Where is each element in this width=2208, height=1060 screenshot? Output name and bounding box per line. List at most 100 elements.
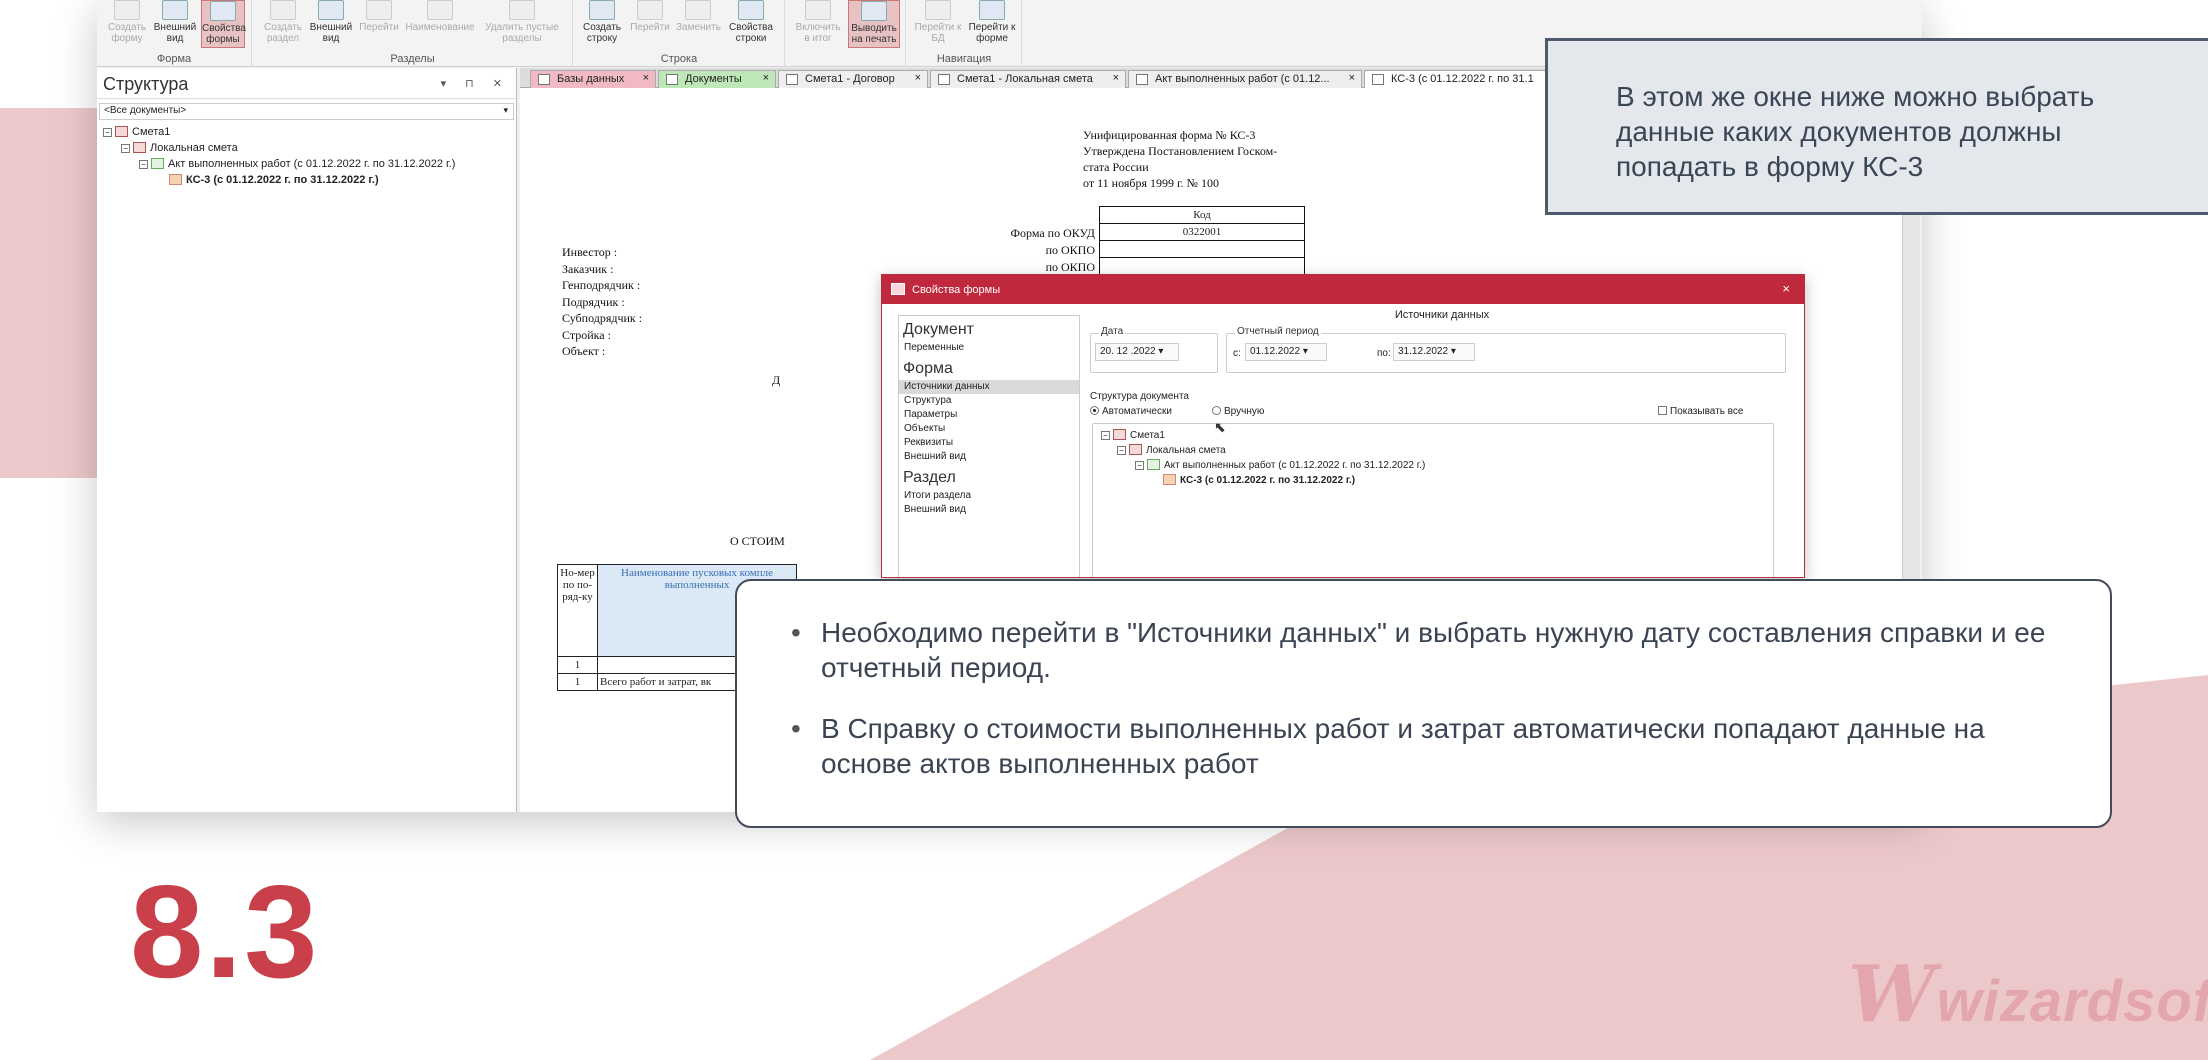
document-icon <box>938 74 950 85</box>
nav-item-requisites[interactable]: Реквизиты <box>899 436 1079 450</box>
view-icon <box>162 0 188 20</box>
tree-item[interactable]: − Локальная смета <box>103 140 516 156</box>
radio-manual[interactable]: Вручную <box>1212 406 1264 417</box>
close-icon[interactable]: × <box>1349 72 1355 84</box>
radio-auto[interactable]: Автоматически <box>1090 406 1172 417</box>
row-number: 1 <box>557 656 598 674</box>
show-all-checkbox[interactable]: Показывать все <box>1658 406 1743 417</box>
nav-item-section-totals[interactable]: Итоги раздела <box>899 489 1079 503</box>
close-icon[interactable]: × <box>1113 72 1119 84</box>
collapse-icon[interactable]: − <box>103 128 112 137</box>
tree-item[interactable]: − Акт выполненных работ (с 01.12.2022 г. … <box>1101 458 1773 473</box>
code-table: Код 0322001 <box>1099 206 1305 275</box>
document-icon <box>786 74 798 85</box>
ribbon-group-form: Создать форму Внешний вид Свойства формы… <box>97 0 252 67</box>
chevron-down-icon: ▾ <box>503 105 508 115</box>
nav-item-data-sources[interactable]: Источники данных <box>899 380 1079 394</box>
document-filter-select[interactable]: <Все документы> ▾ <box>99 103 514 120</box>
goto-form-button[interactable]: Перейти к форме <box>967 0 1017 48</box>
close-icon[interactable]: × <box>763 72 769 84</box>
tree-item[interactable]: − Акт выполненных работ (с 01.12.2022 г. … <box>103 156 516 172</box>
brand-logo: Wwizardsoft <box>1848 956 2208 1037</box>
row-goto-button[interactable]: Перейти <box>628 0 672 48</box>
database-icon <box>925 0 951 20</box>
ks3-icon <box>1163 474 1176 485</box>
ribbon-group-label: Навигация <box>936 53 992 65</box>
note-item: В Справку о стоимости выполненных работ … <box>791 711 2070 781</box>
row-replace-button[interactable]: Заменить <box>676 0 721 48</box>
ribbon-group-label: Строка <box>660 53 698 65</box>
tab-contract[interactable]: Смета1 - Договор × <box>778 70 928 88</box>
create-section-button[interactable]: Создать раздел <box>261 0 305 48</box>
nav-item-section-appearance[interactable]: Внешний вид <box>899 503 1079 517</box>
structure-panel-header: Структура ▾ ⊓ ✕ <box>97 68 516 99</box>
form-fragment: Д <box>772 373 781 387</box>
form-view-button[interactable]: Внешний вид <box>153 0 197 48</box>
include-in-total-button[interactable]: Включить в итог <box>792 0 844 48</box>
nav-section-section: Раздел <box>903 469 956 486</box>
tree-item[interactable]: − Локальная смета <box>1101 443 1773 458</box>
section-name-button[interactable]: Наименование <box>405 0 475 48</box>
mouse-cursor-icon: ⬉ <box>1214 419 1226 435</box>
tab-ks3[interactable]: КС-3 (с 01.12.2022 г. по 31.1 <box>1364 70 1564 88</box>
close-icon[interactable]: × <box>643 72 649 84</box>
section-goto-button[interactable]: Перейти <box>357 0 401 48</box>
tab-databases[interactable]: Базы данных × <box>530 70 656 88</box>
nav-item-variables[interactable]: Переменные <box>899 341 1079 355</box>
nav-item-structure[interactable]: Структура <box>899 394 1079 408</box>
dialog-navigation: Документ Переменные Форма Источники данн… <box>898 315 1080 577</box>
properties-icon <box>738 0 764 20</box>
ks3-icon <box>169 174 182 185</box>
tab-act[interactable]: Акт выполненных работ (с 01.12... × <box>1128 70 1362 88</box>
printer-icon <box>861 1 887 21</box>
tree-item[interactable]: − Смета1 <box>103 124 516 140</box>
nav-section-document: Документ <box>903 321 974 338</box>
create-row-button[interactable]: Создать строку <box>580 0 624 48</box>
col-number-header: Но-мер по по-ряд-ку <box>557 564 598 657</box>
properties-icon <box>210 1 236 21</box>
create-form-button[interactable]: Создать форму <box>105 0 149 48</box>
estimate-icon <box>115 126 128 137</box>
collapse-icon[interactable]: − <box>1101 431 1110 440</box>
form-header: Унифицированная форма № КС-3 Утверждена … <box>1083 128 1278 190</box>
period-to-picker[interactable]: 31.12.2022 ▾ <box>1393 343 1475 361</box>
tab-local-estimate[interactable]: Смета1 - Локальная смета × <box>930 70 1126 88</box>
ribbon-group-navigation: Перейти к БД Перейти к форме Навигация <box>907 0 1022 67</box>
chevron-down-icon: ▾ <box>1302 346 1308 357</box>
nav-item-objects[interactable]: Объекты <box>899 422 1079 436</box>
bg-pink-left <box>0 108 110 478</box>
nav-item-parameters[interactable]: Параметры <box>899 408 1079 422</box>
tree-item[interactable]: КС-3 (с 01.12.2022 г. по 31.12.2022 г.) <box>103 172 516 188</box>
period-from-picker[interactable]: 01.12.2022 ▾ <box>1245 343 1327 361</box>
pane-header: Источники данных <box>1394 309 1490 321</box>
goto-db-button[interactable]: Перейти к БД <box>913 0 963 48</box>
section-view-button[interactable]: Внешний вид <box>309 0 353 48</box>
form-icon <box>979 0 1005 20</box>
ribbon-group-row: Создать строку Перейти Заменить Свойства… <box>574 0 785 67</box>
goto-icon <box>637 0 663 20</box>
date-picker[interactable]: 20. 12 .2022 ▾ <box>1095 343 1179 361</box>
tab-documents[interactable]: Документы × <box>658 70 776 88</box>
estimate-icon <box>1113 429 1126 440</box>
radio-icon <box>1090 406 1099 415</box>
tree-item[interactable]: КС-3 (с 01.12.2022 г. по 31.12.2022 г.) <box>1101 473 1773 488</box>
data-sources-pane: Источники данных Дата 20. 12 .2022 ▾ Отч… <box>1090 309 1794 577</box>
tree-item[interactable]: − Смета1 <box>1101 428 1773 443</box>
form-icon <box>891 283 905 295</box>
panel-controls[interactable]: ▾ ⊓ ✕ <box>441 77 510 90</box>
print-output-button[interactable]: Выводить на печать <box>848 0 900 48</box>
collapse-icon[interactable]: − <box>139 160 148 169</box>
collapse-icon[interactable]: − <box>1117 446 1126 455</box>
notes-box: Необходимо перейти в "Источники данных" … <box>735 579 2112 828</box>
row-properties-button[interactable]: Свойства строки <box>724 0 778 48</box>
view-icon <box>318 0 344 20</box>
delete-icon <box>509 0 535 20</box>
collapse-icon[interactable]: − <box>1135 461 1144 470</box>
close-icon[interactable]: × <box>915 72 921 84</box>
close-icon[interactable]: × <box>1782 281 1790 296</box>
form-properties-button[interactable]: Свойства формы <box>201 0 246 48</box>
nav-item-appearance[interactable]: Внешний вид <box>899 450 1079 464</box>
delete-empty-sections-button[interactable]: Удалить пустые разделы <box>479 0 565 48</box>
collapse-icon[interactable]: − <box>121 144 130 153</box>
ribbon-group-sections: Создать раздел Внешний вид Перейти Наиме… <box>253 0 573 67</box>
